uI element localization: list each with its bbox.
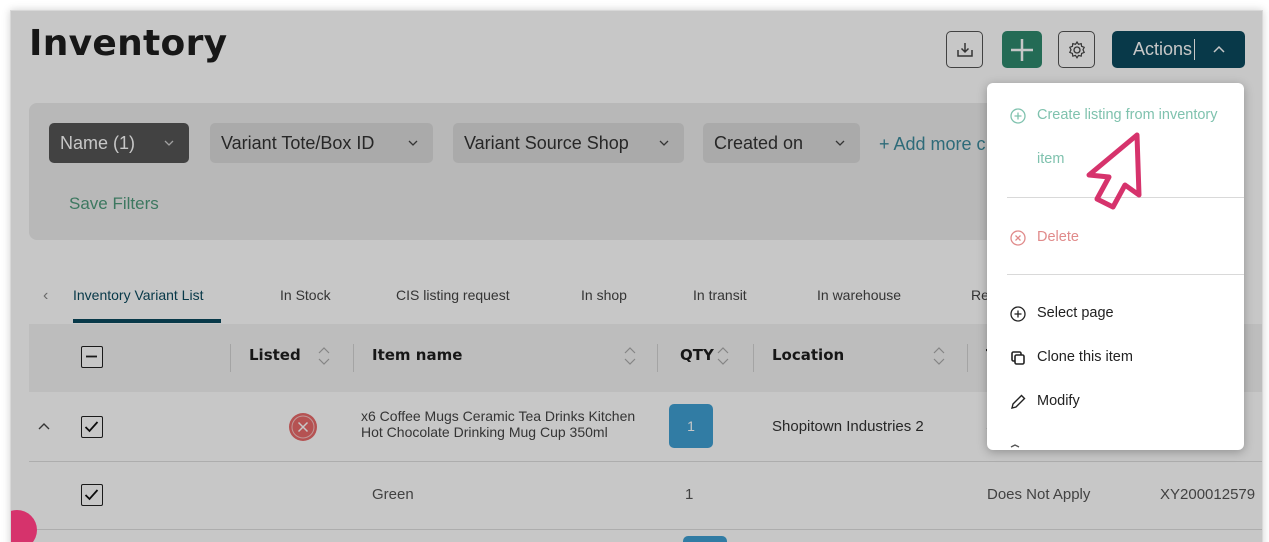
qty-badge[interactable]: 1 (669, 404, 713, 448)
menu-item-modify[interactable]: Modify (1009, 393, 1080, 411)
add-more-filters-link[interactable]: + Add more c (879, 134, 986, 155)
qty-badge[interactable] (683, 536, 727, 542)
pencil-icon (1011, 394, 1026, 409)
table-row[interactable] (29, 530, 1262, 542)
add-item-button[interactable] (1002, 31, 1042, 68)
help-bubble-icon[interactable] (11, 495, 51, 542)
tab-in-stock[interactable]: In Stock (280, 287, 331, 303)
menu-item-label: Modify (1037, 393, 1080, 409)
menu-divider (1007, 274, 1244, 275)
column-divider (353, 344, 354, 372)
item-name-cell[interactable]: x6 Coffee Mugs Ceramic Tea Drinks Kitche… (361, 408, 656, 440)
tab-in-shop[interactable]: In shop (581, 287, 627, 303)
status-cell: Does Not Apply (987, 486, 1091, 503)
variant-name-cell: Green (372, 486, 414, 503)
close-circle-icon (1010, 230, 1026, 246)
menu-item-select-page[interactable]: Select page (1009, 305, 1114, 323)
page-title: Inventory (29, 23, 228, 64)
menu-item-clone[interactable]: Clone this item (1009, 349, 1133, 367)
filter-chip-label: Variant Source Shop (464, 132, 629, 153)
column-header-item-name[interactable]: Item name (372, 346, 462, 364)
filter-chip-name[interactable]: Name (1) (49, 123, 189, 163)
menu-item-label: Select page (1037, 305, 1114, 321)
plus-icon (1011, 38, 1033, 61)
settings-button[interactable] (1058, 31, 1095, 68)
minus-icon (86, 355, 97, 358)
chevron-up-icon[interactable] (37, 420, 51, 434)
active-tab-indicator (73, 319, 221, 323)
actions-button[interactable]: Actions (1112, 31, 1245, 68)
filter-panel: Name (1) Variant Tote/Box ID Variant Sou… (29, 103, 1039, 240)
row-checkbox[interactable] (81, 484, 103, 506)
menu-item-delete[interactable]: Delete (1009, 229, 1079, 247)
tab-cis-listing-request[interactable]: CIS listing request (396, 287, 510, 303)
inventory-page: Inventory Actions Name (1) Variant Tote/… (11, 11, 1262, 542)
copy-icon (1011, 351, 1025, 365)
gear-icon (1068, 40, 1085, 59)
plus-circle-icon (1010, 108, 1026, 124)
tab-inventory-variant-list[interactable]: Inventory Variant List (73, 287, 203, 303)
column-divider (230, 344, 231, 372)
filter-chip-source-shop[interactable]: Variant Source Shop (453, 123, 684, 163)
column-header-qty[interactable]: QTY (680, 346, 714, 364)
tab-in-transit[interactable]: In transit (693, 287, 747, 303)
cursor-pointer-icon (1086, 132, 1142, 210)
actions-label: Actions (1133, 39, 1196, 60)
filter-chip-label: Variant Tote/Box ID (221, 132, 375, 153)
location-cell: Shopitown Industries 2 (772, 418, 924, 435)
chevron-down-icon (408, 140, 418, 146)
chevron-down-icon (835, 140, 845, 146)
column-divider (967, 344, 968, 372)
checkmark-icon (84, 489, 99, 501)
tabs-scroll-left-icon[interactable]: ‹ (43, 287, 48, 305)
chevron-down-icon (164, 140, 174, 146)
app-window: Inventory Actions Name (1) Variant Tote/… (10, 10, 1263, 542)
qty-cell: 1 (685, 486, 694, 503)
column-divider (657, 344, 658, 372)
tab-in-warehouse[interactable]: In warehouse (817, 287, 901, 303)
column-header-listed[interactable]: Listed (249, 346, 301, 364)
filter-chip-label: Name (1) (60, 132, 136, 153)
column-divider (753, 344, 754, 372)
filter-chip-created-on[interactable]: Created on (703, 123, 860, 163)
download-icon (956, 42, 973, 57)
plus-circle-icon (1010, 306, 1026, 322)
checkmark-icon (84, 421, 99, 433)
sort-icon[interactable] (317, 342, 331, 370)
row-checkbox[interactable] (81, 416, 103, 438)
sort-icon[interactable] (716, 342, 730, 370)
filter-chip-label: Created on (714, 132, 804, 153)
column-header-location[interactable]: Location (772, 346, 844, 364)
filter-chip-tote-box-id[interactable]: Variant Tote/Box ID (210, 123, 433, 163)
menu-item-label: Clone this item (1037, 349, 1133, 365)
sort-icon[interactable] (932, 342, 946, 370)
menu-item-label: Delete (1037, 229, 1079, 245)
partially-hidden-icon (1010, 444, 1020, 448)
sort-icon[interactable] (623, 342, 637, 370)
select-all-checkbox[interactable] (81, 346, 103, 368)
id-cell: XY200012579 (1160, 486, 1256, 503)
download-button[interactable] (946, 31, 983, 68)
not-listed-icon (289, 413, 317, 441)
chevron-up-icon (1213, 45, 1225, 53)
save-filters-link[interactable]: Save Filters (69, 194, 159, 214)
chevron-down-icon (659, 140, 669, 146)
table-row[interactable]: Green 1 Does Not Apply XY200012579 (29, 462, 1262, 530)
